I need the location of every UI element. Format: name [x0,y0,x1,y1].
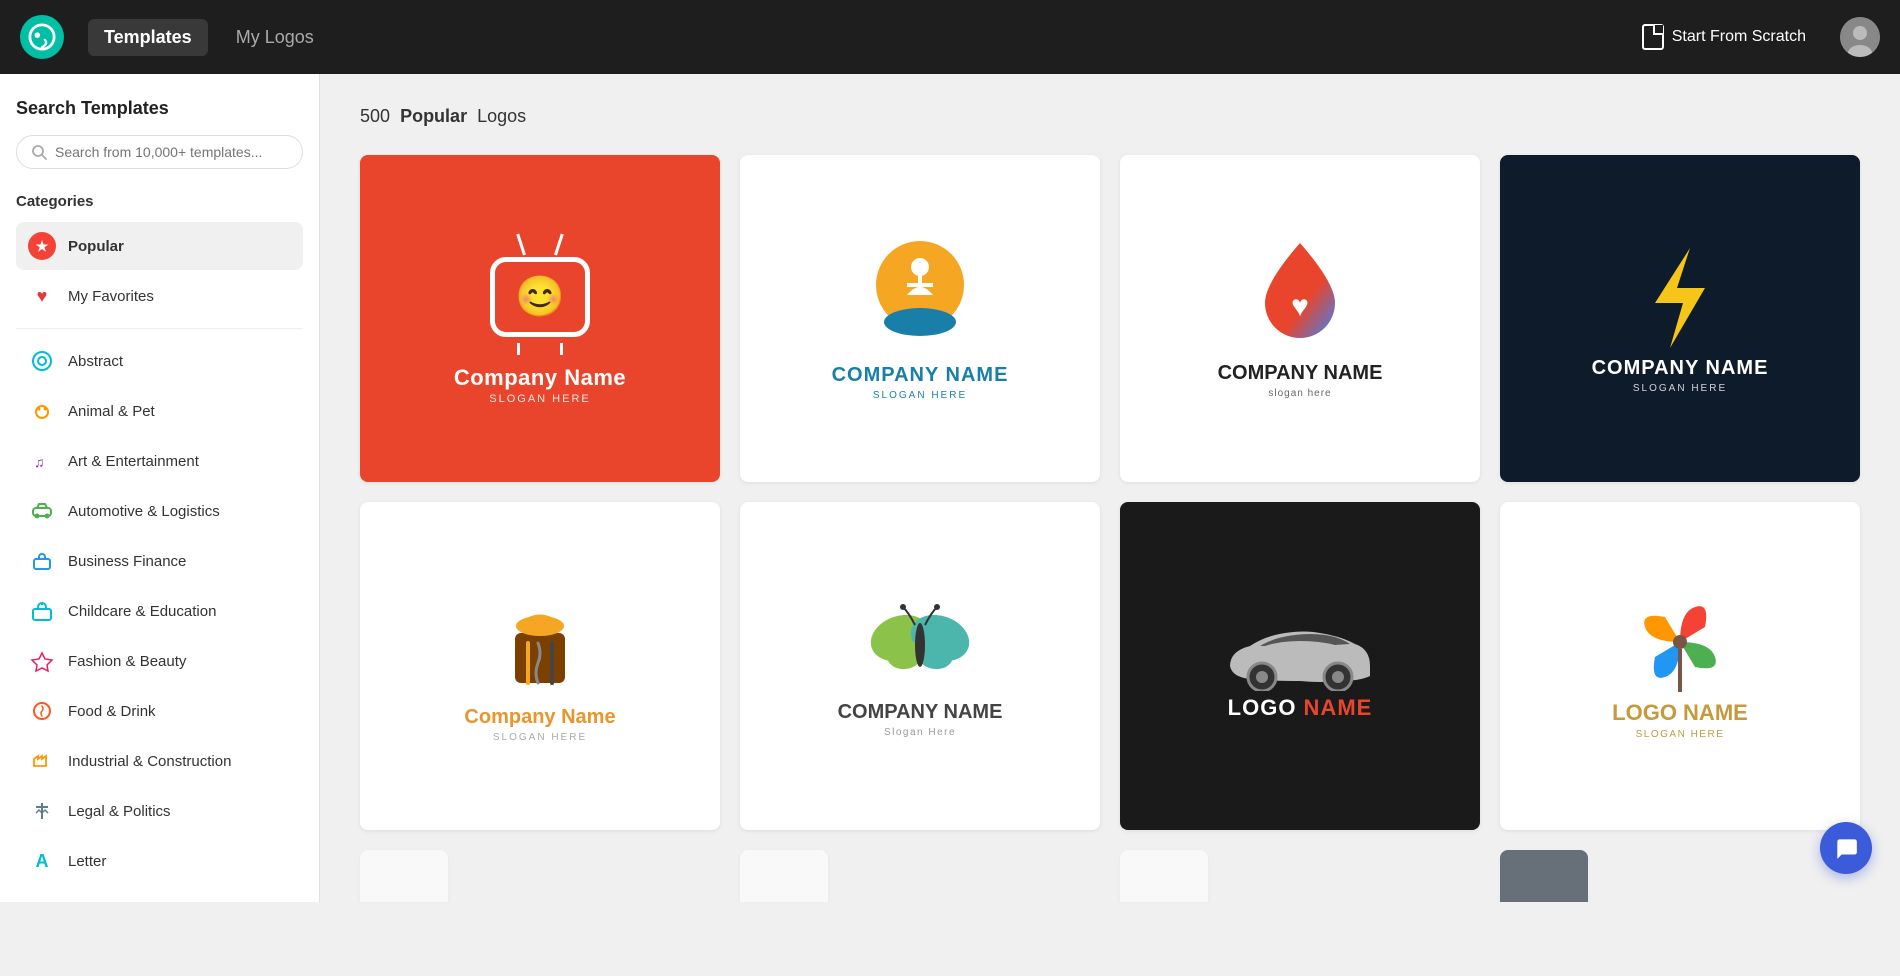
results-count: 500 [360,106,390,126]
logo8-name: LOGO NAME [1612,700,1748,726]
food-label: Food & Drink [68,703,156,720]
logo2-name: COMPANY NAME [832,364,1009,387]
results-header: 500 Popular Logos [360,106,1860,127]
logo1-name: Company Name [454,365,626,391]
fashion-icon [28,647,56,675]
start-from-scratch-button[interactable]: Start From Scratch [1628,16,1820,58]
sidebar-item-legal[interactable]: Legal & Politics [16,787,303,835]
start-scratch-label: Start From Scratch [1672,28,1806,46]
sidebar-item-popular[interactable]: ★ Popular [16,222,303,270]
document-icon [1642,24,1664,50]
letter-icon: A [28,847,56,875]
favorites-icon: ♥ [28,282,56,310]
svg-text:♥: ♥ [1291,290,1309,323]
abstract-label: Abstract [68,353,123,370]
topnav-right: Start From Scratch [1628,16,1880,58]
sidebar-item-letter[interactable]: A Letter [16,837,303,885]
nav-templates[interactable]: Templates [88,19,208,56]
results-keyword: Popular [400,106,467,126]
chat-button[interactable] [1820,822,1872,874]
nav-mylogos[interactable]: My Logos [220,19,330,56]
sidebar-item-food[interactable]: Food & Drink [16,687,303,735]
logo3-slogan: slogan here [1268,388,1331,399]
automotive-icon [28,497,56,525]
logo-card-12[interactable] [1500,850,1588,902]
logo-card-11[interactable] [1120,850,1208,902]
logo-card-7[interactable]: LOGO NAME [1120,502,1480,829]
logo-card-10[interactable] [740,850,828,902]
sidebar-item-industrial[interactable]: Industrial & Construction [16,737,303,785]
search-templates-title: Search Templates [16,98,303,119]
sidebar-item-art[interactable]: ♫ Art & Entertainment [16,437,303,485]
sidebar-item-business[interactable]: Business Finance [16,537,303,585]
sidebar-item-fashion[interactable]: Fashion & Beauty [16,637,303,685]
user-avatar[interactable] [1840,17,1880,57]
topnav-links: Templates My Logos [88,19,1628,56]
logo2-slogan: SLOGAN HERE [873,390,967,401]
logo-card-8[interactable]: LOGO NAME SLOGAN HERE [1500,502,1860,829]
automotive-label: Automotive & Logistics [68,503,220,520]
legal-icon [28,797,56,825]
business-icon [28,547,56,575]
logo-card-1[interactable]: 😊 Company Name SLOGAN HERE [360,155,720,482]
logo5-slogan: SLOGAN HERE [493,732,587,743]
logo-card-9[interactable] [360,850,448,902]
search-box[interactable] [16,135,303,169]
logo5-name: Company Name [464,706,615,729]
logo-card-3[interactable]: ♥ COMPANY NAME slogan here [1120,155,1480,482]
search-input[interactable] [55,144,288,160]
abstract-icon [28,347,56,375]
sidebar-item-my-favorites[interactable]: ♥ My Favorites [16,272,303,320]
topnav: Templates My Logos Start From Scratch [0,0,1900,74]
logo-card-2[interactable]: COMPANY NAME SLOGAN HERE [740,155,1100,482]
results-suffix: Logos [477,106,526,126]
letter-label: Letter [68,853,106,870]
logo-card-4[interactable]: COMPANY NAME SLOGAN HERE [1500,155,1860,482]
childcare-label: Childcare & Education [68,603,216,620]
sidebar: Search Templates Categories ★ Popular ♥ … [0,74,320,902]
logo3-name: COMPANY NAME [1218,362,1383,385]
logo6-name: COMPANY NAME [838,701,1003,724]
industrial-label: Industrial & Construction [68,753,231,770]
animal-label: Animal & Pet [68,403,155,420]
logo7-name: LOGO NAME [1228,695,1373,721]
app-logo[interactable] [20,15,64,59]
logo8-slogan: SLOGAN HERE [1636,729,1725,740]
main-content: 500 Popular Logos 😊 [320,74,1900,902]
food-icon [28,697,56,725]
sidebar-item-animal[interactable]: Animal & Pet [16,387,303,435]
art-icon: ♫ [28,447,56,475]
logo6-slogan: Slogan Here [884,727,956,738]
logo4-name: COMPANY NAME [1592,357,1769,380]
categories-title: Categories [16,193,303,210]
fashion-label: Fashion & Beauty [68,653,186,670]
animal-icon [28,397,56,425]
sidebar-item-abstract[interactable]: Abstract [16,337,303,385]
layout: Search Templates Categories ★ Popular ♥ … [0,74,1900,902]
popular-label: Popular [68,238,124,255]
logo-card-6[interactable]: COMPANY NAME Slogan Here [740,502,1100,829]
svg-text:♫: ♫ [34,454,45,470]
legal-label: Legal & Politics [68,803,171,820]
logo1-slogan: SLOGAN HERE [489,393,590,405]
logo4-slogan: SLOGAN HERE [1633,383,1727,394]
search-icon [31,144,47,160]
business-label: Business Finance [68,553,186,570]
sidebar-item-childcare[interactable]: Childcare & Education [16,587,303,635]
logo-grid: 😊 Company Name SLOGAN HERE [360,155,1860,902]
childcare-icon [28,597,56,625]
sidebar-item-automotive[interactable]: Automotive & Logistics [16,487,303,535]
logo-card-5[interactable]: Company Name SLOGAN HERE [360,502,720,829]
favorites-label: My Favorites [68,288,154,305]
art-label: Art & Entertainment [68,453,199,470]
industrial-icon [28,747,56,775]
popular-icon: ★ [28,232,56,260]
divider [16,328,303,329]
